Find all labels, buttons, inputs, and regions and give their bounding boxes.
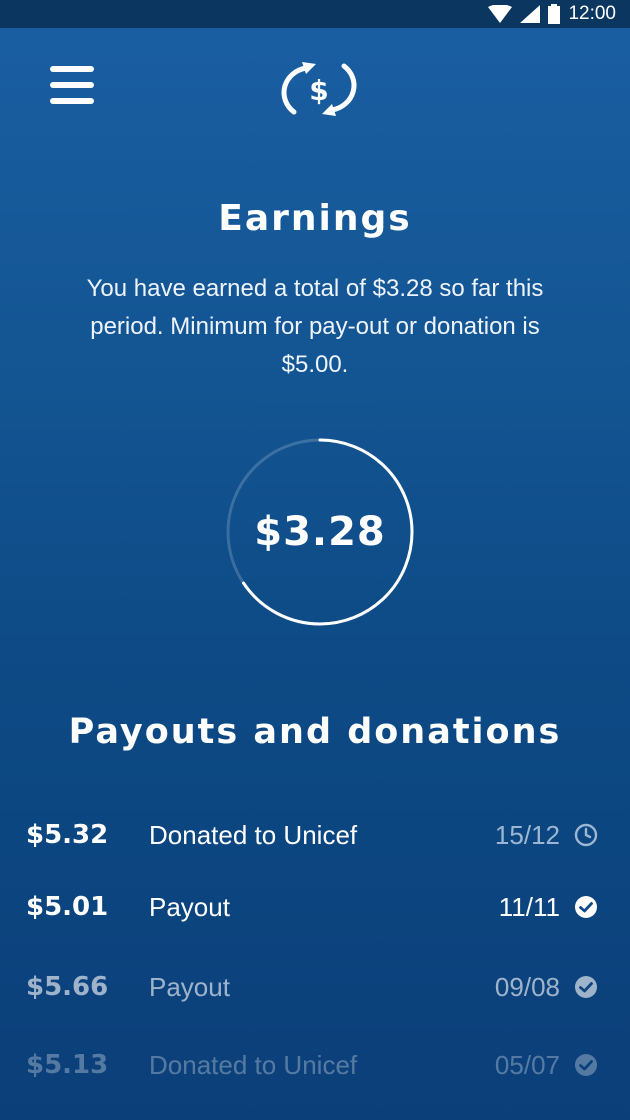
payout-amount: $5.13 <box>26 1050 109 1080</box>
earnings-amount: $3.28 <box>254 509 386 555</box>
svg-text:$: $ <box>309 74 328 107</box>
status-bar: 12:00 <box>0 0 630 28</box>
payout-description: Payout <box>149 891 230 922</box>
payout-date: 05/07 <box>494 1049 560 1080</box>
earnings-description: You have earned a total of $3.28 so far … <box>86 275 544 378</box>
list-item[interactable]: $5.13 Donated to Unicef 05/07 <box>0 1025 630 1105</box>
hamburger-menu-icon[interactable] <box>48 64 96 106</box>
payout-amount: $5.66 <box>26 972 109 1002</box>
list-item[interactable]: $5.66 Payout 09/08 <box>0 947 630 1027</box>
check-circle-icon <box>575 976 597 998</box>
payout-date: 15/12 <box>494 819 560 850</box>
cellular-signal-icon <box>520 5 541 23</box>
status-time: 12:00 <box>568 3 616 24</box>
payout-amount: $5.32 <box>26 820 109 850</box>
app-bar: $ <box>0 28 630 148</box>
clock-icon <box>574 823 598 847</box>
payout-description: Payout <box>149 971 230 1002</box>
payout-description: Donated to Unicef <box>149 819 358 850</box>
payout-date: 09/08 <box>494 971 560 1002</box>
list-item[interactable]: $5.01 Payout 11/11 <box>0 867 630 947</box>
wifi-icon <box>488 5 513 23</box>
check-circle-icon <box>575 896 597 918</box>
earnings-title: Earnings <box>218 198 412 239</box>
list-item[interactable]: $5.32 Donated to Unicef 15/12 <box>0 795 630 875</box>
payout-amount: $5.01 <box>26 892 109 922</box>
payout-date: 11/11 <box>498 891 560 922</box>
dollar-exchange-logo-icon: $ <box>281 62 357 116</box>
battery-icon <box>548 4 561 24</box>
payouts-title: Payouts and donations <box>68 712 562 752</box>
check-circle-icon <box>575 1054 597 1076</box>
payout-description: Donated to Unicef <box>149 1049 358 1080</box>
